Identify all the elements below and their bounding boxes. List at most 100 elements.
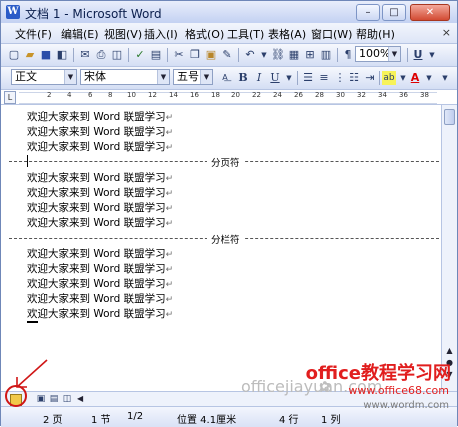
print-preview-icon[interactable]: ◫ bbox=[110, 48, 124, 62]
page-break-label: 分页符 bbox=[207, 155, 244, 169]
menu-view[interactable]: 视图(V) bbox=[104, 26, 142, 42]
menu-file[interactable]: 文件(F) bbox=[15, 26, 52, 42]
chevron-down-icon[interactable]: ▼ bbox=[388, 47, 400, 61]
text-line[interactable]: 欢迎大家来到 Word 联盟学习↵ bbox=[27, 139, 173, 154]
ruler-tick: 16 bbox=[190, 91, 199, 99]
ruler-tick: 10 bbox=[127, 91, 136, 99]
underline-button[interactable]: U bbox=[268, 71, 282, 85]
print-icon[interactable]: ⎙ bbox=[94, 48, 108, 62]
maximize-button[interactable]: □ bbox=[382, 4, 406, 21]
status-line: 4 行 bbox=[279, 415, 299, 426]
size-select[interactable]: 五号 ▼ bbox=[173, 69, 213, 85]
zoom-select[interactable]: 100% ▼ bbox=[355, 46, 401, 62]
close-button[interactable]: ✕ bbox=[410, 4, 450, 21]
menu-edit[interactable]: 编辑(E) bbox=[61, 26, 99, 42]
format-painter-icon[interactable]: ✎ bbox=[220, 48, 234, 62]
menu-insert[interactable]: 插入(I) bbox=[144, 26, 178, 42]
web-layout-view-icon[interactable]: ▣ bbox=[35, 393, 47, 405]
insert-hyperlink-icon[interactable]: ⛓ bbox=[271, 48, 285, 62]
word-app-icon[interactable]: W bbox=[6, 5, 20, 19]
insert-table-icon[interactable]: ⊞ bbox=[303, 48, 317, 62]
text-line[interactable]: 欢迎大家来到 Word 联盟学习↵ bbox=[27, 291, 173, 306]
window-title: 文档 1 - Microsoft Word bbox=[25, 7, 162, 21]
watermark-url-secondary: www.wordm.com bbox=[363, 400, 449, 411]
bullets-icon[interactable]: ☷ bbox=[347, 71, 361, 85]
menu-window[interactable]: 窗口(W) bbox=[311, 26, 352, 42]
text-line[interactable]: 欢迎大家来到 Word 联盟学习↵ bbox=[27, 306, 173, 321]
copy-icon[interactable]: ❐ bbox=[188, 48, 202, 62]
scroll-left-icon[interactable]: ◀ bbox=[77, 394, 87, 404]
watermark-brand: office教程学习网 bbox=[305, 363, 451, 384]
menu-help[interactable]: 帮助(H) bbox=[356, 26, 395, 42]
minimize-button[interactable]: – bbox=[356, 4, 380, 21]
save-icon[interactable]: ■ bbox=[39, 48, 53, 62]
undo-dropdown-icon[interactable]: ▼ bbox=[257, 48, 271, 62]
align-justify-icon[interactable]: ☰ bbox=[301, 71, 315, 85]
bold-button[interactable]: B bbox=[236, 71, 250, 85]
ruler-tick: 12 bbox=[148, 91, 157, 99]
style-select[interactable]: 正文 ▼ bbox=[11, 69, 77, 85]
menu-tools[interactable]: 工具(T) bbox=[227, 26, 264, 42]
chevron-down-icon[interactable]: ▼ bbox=[200, 70, 212, 84]
standard-toolbar: ▢ ▰ ■ ◧ ✉ ⎙ ◫ ✓ ▤ ✂ ❐ ▣ ✎ ↶ ▼ ⛓ ▦ ⊞ ▥ ¶ … bbox=[1, 44, 457, 67]
size-value: 五号 bbox=[177, 70, 199, 83]
ruler-tick: 8 bbox=[108, 91, 113, 99]
ruler-tick: 38 bbox=[420, 91, 429, 99]
tab-selector-icon[interactable]: L bbox=[4, 91, 16, 104]
text-line[interactable]: 欢迎大家来到 Word 联盟学习↵ bbox=[27, 246, 173, 261]
doc-close-icon[interactable]: × bbox=[442, 26, 451, 39]
horizontal-ruler[interactable]: L 2 4 6 8 10 12 14 16 18 20 22 24 26 28 … bbox=[1, 90, 457, 105]
paste-icon[interactable]: ▣ bbox=[204, 48, 218, 62]
underline-dropdown-icon[interactable]: ▼ bbox=[282, 71, 296, 85]
undo-icon[interactable]: ↶ bbox=[243, 48, 257, 62]
research-icon[interactable]: ▤ bbox=[149, 48, 163, 62]
font-value: 宋体 bbox=[84, 70, 106, 83]
text-line[interactable]: 欢迎大家来到 Word 联盟学习↵ bbox=[27, 261, 173, 276]
outline-view-icon[interactable]: ◫ bbox=[61, 393, 73, 405]
char-border-icon[interactable]: A͟ bbox=[218, 71, 232, 85]
text-line[interactable]: 欢迎大家来到 Word 联盟学习↵ bbox=[27, 215, 173, 230]
vertical-scroll-thumb[interactable] bbox=[444, 109, 455, 125]
new-doc-icon[interactable]: ▢ bbox=[7, 48, 21, 62]
ruler-tick: 30 bbox=[336, 91, 345, 99]
tables-borders-icon[interactable]: ▦ bbox=[287, 48, 301, 62]
ruler-tick: 4 bbox=[67, 91, 72, 99]
print-layout-view-icon[interactable]: ▤ bbox=[48, 393, 60, 405]
text-line[interactable]: 欢迎大家来到 Word 联盟学习↵ bbox=[27, 170, 173, 185]
email-icon[interactable]: ✉ bbox=[78, 48, 92, 62]
font-color-button[interactable]: A bbox=[408, 71, 422, 85]
vertical-scrollbar[interactable]: ▲ ● ▼ bbox=[441, 105, 457, 391]
spellcheck-icon[interactable]: ✓ bbox=[133, 48, 147, 62]
formatting-toolbar: 正文 ▼ 宋体 ▼ 五号 ▼ A͟ B I U ▼ ☰ ≡ ⋮ ☷ ⇥ ab ▼… bbox=[1, 67, 457, 90]
text-line[interactable]: 欢迎大家来到 Word 联盟学习↵ bbox=[27, 185, 173, 200]
status-section: 1 节 bbox=[91, 415, 111, 426]
columns-icon[interactable]: ▥ bbox=[319, 48, 333, 62]
show-formatting-icon[interactable]: ¶ bbox=[341, 48, 355, 62]
text-line[interactable]: 欢迎大家来到 Word 联盟学习↵ bbox=[27, 276, 173, 291]
ruler-tick: 22 bbox=[252, 91, 261, 99]
toolbar-options-icon[interactable]: ▼ bbox=[438, 71, 452, 85]
menu-format[interactable]: 格式(O) bbox=[185, 26, 224, 42]
document-area[interactable]: 欢迎大家来到 Word 联盟学习↵ 欢迎大家来到 Word 联盟学习↵ 欢迎大家… bbox=[1, 105, 441, 391]
font-select[interactable]: 宋体 ▼ bbox=[80, 69, 170, 85]
numbering-icon[interactable]: ⋮ bbox=[333, 71, 347, 85]
line-spacing-icon[interactable]: ≡ bbox=[317, 71, 331, 85]
italic-button[interactable]: I bbox=[252, 71, 266, 85]
ruler-tick: 26 bbox=[294, 91, 303, 99]
cut-icon[interactable]: ✂ bbox=[172, 48, 186, 62]
scroll-up-icon[interactable]: ▲ bbox=[444, 345, 455, 356]
ruler-tick: 28 bbox=[315, 91, 324, 99]
indent-icon[interactable]: ⇥ bbox=[363, 71, 377, 85]
permission-icon[interactable]: ◧ bbox=[55, 48, 69, 62]
chevron-down-icon[interactable]: ▼ bbox=[157, 70, 169, 84]
toolbar-options-icon[interactable]: ▼ bbox=[425, 48, 439, 62]
text-line[interactable]: 欢迎大家来到 Word 联盟学习↵ bbox=[27, 200, 173, 215]
open-icon[interactable]: ▰ bbox=[23, 48, 37, 62]
font-color-dropdown-icon[interactable]: ▼ bbox=[422, 71, 436, 85]
text-line[interactable]: 欢迎大家来到 Word 联盟学习↵ bbox=[27, 109, 173, 124]
chevron-down-icon[interactable]: ▼ bbox=[64, 70, 76, 84]
text-line[interactable]: 欢迎大家来到 Word 联盟学习↵ bbox=[27, 124, 173, 139]
read-mode-icon[interactable]: U bbox=[411, 48, 425, 62]
menu-table[interactable]: 表格(A) bbox=[268, 26, 306, 42]
highlight-button[interactable]: ab bbox=[382, 71, 396, 85]
